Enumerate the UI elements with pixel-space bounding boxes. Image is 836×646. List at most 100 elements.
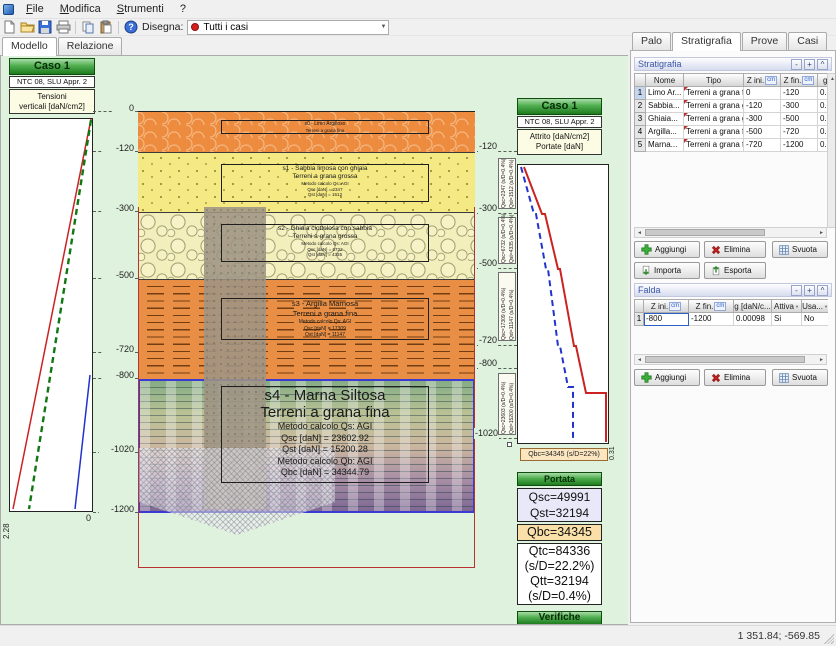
col-tipo[interactable]: Tipo (684, 74, 744, 87)
menu-strumenti[interactable]: Strumenti (109, 1, 172, 17)
cell-tipo[interactable]: Terreni a grana g... (684, 100, 744, 113)
cell-tipo[interactable]: Terreni a grana fi... (684, 139, 744, 152)
strat-esporta-button[interactable]: Esporta (704, 262, 766, 279)
table-row[interactable]: 1 -800 -1200 0.00098 Si No (635, 313, 828, 326)
scroll-left-icon[interactable]: ◄ (637, 230, 642, 236)
table-row[interactable]: 2 Sabbia... Terreni a grana g... -120 -3… (635, 100, 828, 113)
col-zfin[interactable]: Z fin.cm (781, 74, 818, 87)
cell-nome[interactable]: Ghiaia... (646, 113, 684, 126)
col-attiva[interactable]: Attiva▼ (772, 300, 802, 313)
falda-aggiungi-button[interactable]: Aggiungi (634, 369, 700, 386)
cell-tipo[interactable]: Terreni a grana fi... (684, 126, 744, 139)
cell-zini[interactable]: -720 (744, 139, 781, 152)
unit-cm-button[interactable]: cm (669, 302, 681, 311)
row-number[interactable]: 1 (635, 87, 646, 100)
chevron-down-icon[interactable]: ▼ (381, 24, 387, 30)
chart-corner-handle[interactable] (507, 442, 512, 447)
cell-zini[interactable]: -120 (744, 100, 781, 113)
table-row[interactable]: 3 Ghiaia... Terreni a grana g... -300 -5… (635, 113, 828, 126)
print-button[interactable] (54, 19, 72, 35)
cell-nome[interactable]: Marna... (646, 139, 684, 152)
verifiche-button[interactable]: Verifiche (517, 611, 602, 625)
horizontal-scrollbar[interactable]: ◄ ► (634, 227, 827, 238)
row-number[interactable]: 4 (635, 126, 646, 139)
col-nome[interactable]: Nome (646, 74, 684, 87)
filter-icon[interactable]: ▼ (795, 304, 799, 309)
menu-file[interactable]: File (18, 1, 52, 17)
table-row[interactable]: 5 Marna... Terreni a grana fi... -720 -1… (635, 139, 828, 152)
cell-usa[interactable]: No (802, 313, 828, 326)
cell-attiva[interactable]: Si (772, 313, 802, 326)
unit-cm-button[interactable]: cm (802, 76, 814, 85)
col-zini[interactable]: Z ini.cm (744, 74, 781, 87)
falda-elimina-button[interactable]: Elimina (704, 369, 766, 386)
tab-relazione[interactable]: Relazione (58, 37, 123, 55)
strat-aggiungi-button[interactable]: Aggiungi (634, 241, 700, 258)
scrollbar-thumb[interactable] (645, 356, 805, 363)
filter-icon[interactable]: ▼ (824, 304, 828, 309)
help-button[interactable]: ? (122, 19, 140, 35)
cell-zfin[interactable]: -720 (781, 126, 818, 139)
cell-zfin[interactable]: -500 (781, 113, 818, 126)
copy-button[interactable] (79, 19, 97, 35)
cell-nome[interactable]: Limo Ar... (646, 87, 684, 100)
cell-zini[interactable]: -500 (744, 126, 781, 139)
table-row[interactable]: 1 Limo Ar... Terreni a grana fi... 0 -12… (635, 87, 828, 100)
col-zini[interactable]: Z ini.cm (644, 300, 689, 313)
paste-button[interactable] (97, 19, 115, 35)
cell-zfin[interactable]: -120 (781, 87, 818, 100)
cell-zini[interactable]: -300 (744, 113, 781, 126)
tab-casi[interactable]: Casi (788, 32, 827, 50)
tab-prove[interactable]: Prove (742, 32, 787, 50)
scroll-right-icon[interactable]: ► (819, 230, 824, 236)
cell-nome[interactable]: Sabbia... (646, 100, 684, 113)
menu-help[interactable]: ? (172, 1, 194, 17)
vertical-scrollbar[interactable]: ▲ (827, 73, 836, 228)
plus-button[interactable]: + (804, 59, 815, 70)
save-button[interactable] (36, 19, 54, 35)
scroll-left-icon[interactable]: ◄ (637, 357, 642, 363)
row-number[interactable]: 3 (635, 113, 646, 126)
unit-cm-button[interactable]: cm (765, 76, 777, 85)
collapse-button[interactable]: ^ (817, 285, 828, 296)
col-zfin[interactable]: Z fin.cm (689, 300, 734, 313)
row-number[interactable]: 5 (635, 139, 646, 152)
cell-gamma[interactable]: 0.00098 (734, 313, 772, 326)
scroll-right-icon[interactable]: ► (819, 357, 824, 363)
collapse-button[interactable]: ^ (817, 59, 828, 70)
strat-importa-button[interactable]: Importa (634, 262, 700, 279)
new-file-button[interactable] (0, 19, 18, 35)
depth-label-left: -500 (103, 270, 135, 281)
falda-header-row: Z ini.cm Z fin.cm g [daN/c... Attiva▼ Us… (635, 300, 828, 313)
cell-zini[interactable]: -800 (644, 313, 689, 326)
resize-grip[interactable] (824, 634, 834, 644)
tab-modello[interactable]: Modello (2, 37, 57, 56)
falda-svuota-button[interactable]: Svuota (772, 369, 828, 386)
cell-nome[interactable]: Argilla... (646, 126, 684, 139)
horizontal-scrollbar[interactable]: ◄ ► (634, 354, 827, 365)
cell-zini[interactable]: 0 (744, 87, 781, 100)
col-gamma[interactable]: g [daN/c... (734, 300, 772, 313)
table-row[interactable]: 4 Argilla... Terreni a grana fi... -500 … (635, 126, 828, 139)
minus-button[interactable]: - (791, 285, 802, 296)
scrollbar-thumb[interactable] (645, 229, 765, 236)
strat-elimina-button[interactable]: Elimina (704, 241, 766, 258)
strat-svuota-button[interactable]: Svuota (772, 241, 828, 258)
plus-button[interactable]: + (804, 285, 815, 296)
scroll-up-icon[interactable]: ▲ (830, 76, 835, 82)
row-number[interactable]: 2 (635, 100, 646, 113)
tab-palo[interactable]: Palo (632, 32, 671, 50)
minus-button[interactable]: - (791, 59, 802, 70)
disegna-combobox[interactable]: Tutti i casi ▼ (187, 20, 389, 35)
cell-tipo[interactable]: Terreni a grana fi... (684, 87, 744, 100)
tab-stratigrafia[interactable]: Stratigrafia (672, 32, 741, 51)
cell-tipo[interactable]: Terreni a grana g... (684, 113, 744, 126)
unit-cm-button[interactable]: cm (714, 302, 726, 311)
cell-zfin[interactable]: -1200 (781, 139, 818, 152)
cell-zfin[interactable]: -300 (781, 100, 818, 113)
row-number[interactable]: 1 (635, 313, 644, 326)
cell-zfin[interactable]: -1200 (689, 313, 734, 326)
menu-modifica[interactable]: Modifica (52, 1, 109, 17)
col-usa[interactable]: Usa...▼ (802, 300, 828, 313)
open-file-button[interactable] (18, 19, 36, 35)
